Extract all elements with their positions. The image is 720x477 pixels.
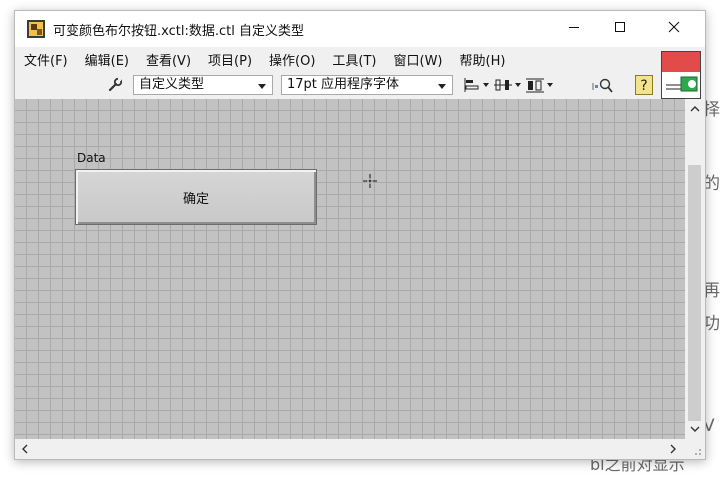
minimize-button[interactable] (551, 11, 597, 43)
reorder-icon (592, 78, 613, 93)
scroll-down-icon[interactable] (690, 425, 700, 433)
resize-grip-icon (695, 449, 701, 455)
caret-down-icon (547, 83, 553, 87)
maximize-button[interactable] (597, 11, 643, 43)
scroll-left-icon[interactable] (21, 444, 29, 454)
horizontal-scrollbar[interactable] (15, 439, 685, 459)
wrench-icon[interactable] (107, 77, 123, 93)
distribute-objects-button[interactable] (493, 75, 521, 95)
menu-file[interactable]: 文件(F) (15, 47, 76, 69)
close-button[interactable] (651, 11, 697, 43)
caret-down-icon (483, 83, 489, 87)
vertical-scroll-thumb[interactable] (688, 165, 701, 421)
font-select[interactable]: 17pt 应用程序字体 (281, 75, 453, 95)
reorder-button[interactable] (591, 75, 613, 95)
close-icon (668, 21, 680, 33)
chevron-down-icon (438, 84, 446, 89)
app-icon (27, 20, 45, 38)
title-bar[interactable]: 可变颜色布尔按钮.xctl:数据.ctl 自定义类型 (15, 11, 705, 47)
control-label[interactable]: Data (77, 151, 106, 165)
toolbar: 自定义类型 17pt 应用程序字体 ? (15, 69, 655, 99)
caret-down-icon (515, 83, 521, 87)
type-select[interactable]: 自定义类型 (133, 75, 273, 95)
front-panel-canvas[interactable]: Data 确定 (15, 99, 685, 439)
scroll-right-icon[interactable] (669, 444, 677, 454)
chevron-down-icon (258, 84, 266, 89)
menu-operate[interactable]: 操作(O) (260, 47, 323, 69)
type-select-value: 自定义类型 (139, 77, 205, 92)
resize-objects-icon (526, 78, 544, 93)
crosshair-cursor-icon (363, 174, 377, 188)
distribute-objects-icon (494, 79, 512, 91)
menu-view[interactable]: 查看(V) (137, 47, 199, 69)
button-text: 确定 (182, 191, 209, 207)
context-help-button[interactable]: ? (635, 74, 653, 96)
resize-grip[interactable] (685, 439, 705, 459)
menu-edit[interactable]: 编辑(E) (76, 47, 137, 69)
align-objects-icon (464, 78, 479, 92)
svg-text:?: ? (640, 78, 647, 94)
scroll-up-icon[interactable] (690, 105, 700, 113)
menu-tools[interactable]: 工具(T) (323, 47, 384, 69)
font-select-value: 17pt 应用程序字体 (287, 77, 400, 92)
vertical-scrollbar[interactable] (685, 99, 705, 439)
window-title: 可变颜色布尔按钮.xctl:数据.ctl 自定义类型 (53, 24, 304, 39)
vi-icon[interactable] (661, 51, 701, 99)
boolean-ok-button[interactable]: 确定 (75, 169, 317, 225)
menu-bar: 文件(F) 编辑(E) 查看(V) 项目(P) 操作(O) 工具(T) 窗口(W… (15, 47, 655, 69)
editor-window: 可变颜色布尔按钮.xctl:数据.ctl 自定义类型 文件(F) 编辑(E) 查… (14, 10, 706, 460)
menu-help[interactable]: 帮助(H) (451, 47, 514, 69)
menu-project[interactable]: 项目(P) (199, 47, 260, 69)
resize-objects-button[interactable] (525, 75, 553, 95)
maximize-icon (615, 22, 625, 32)
minimize-icon (569, 27, 579, 28)
menu-window[interactable]: 窗口(W) (385, 47, 451, 69)
help-icon: ? (635, 75, 653, 95)
align-objects-button[interactable] (463, 75, 489, 95)
